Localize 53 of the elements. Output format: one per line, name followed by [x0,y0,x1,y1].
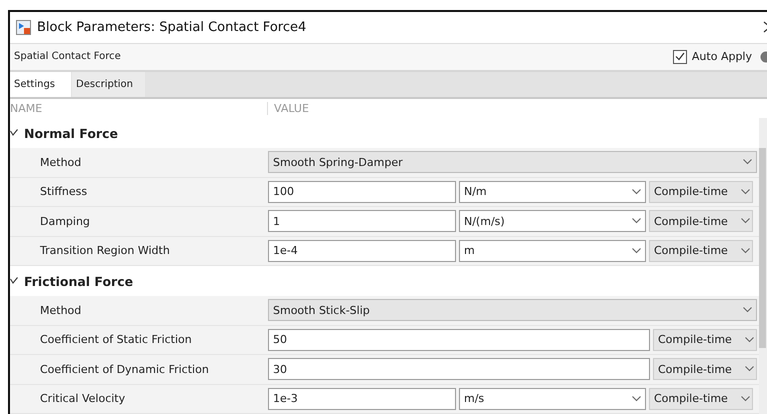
configuration-dropdown[interactable]: Compile-time [649,180,753,203]
method-dropdown[interactable]: Smooth Spring-Damper [268,151,757,174]
caret-icon [743,307,752,314]
caret-icon [632,218,641,224]
configuration-dropdown[interactable]: Compile-time [653,358,757,380]
caret-icon [632,248,641,254]
unit-dropdown[interactable]: m [459,240,646,262]
configuration-dropdown[interactable]: Compile-time [649,388,753,410]
method-dropdown[interactable]: Smooth Stick-Slip [268,299,757,322]
parameter-name: Damping [39,214,91,228]
configuration-dropdown[interactable]: Compile-time [649,210,753,232]
block-icon [16,20,31,35]
value-field[interactable]: 30 [268,358,650,380]
scrollbar[interactable] [759,118,767,414]
value-field[interactable]: 1e-3 [268,388,456,410]
caret-icon [741,396,750,402]
parameter-name: Coefficient of Dynamic Friction [39,362,210,376]
column-header: VALUE [273,102,309,115]
collapse-chevron-icon[interactable] [10,129,18,137]
auto-apply-label[interactable]: Auto Apply [692,50,752,64]
tab[interactable]: Description [72,72,145,97]
tab[interactable]: Settings [10,72,72,97]
collapse-chevron-icon[interactable] [10,277,18,285]
value-field[interactable]: 100 [268,180,456,203]
section-title: Normal Force [24,126,118,140]
unit-dropdown[interactable]: N/(m/s) [459,210,646,232]
value-field[interactable]: 1e-4 [268,240,456,262]
parameter-name: Method [39,304,82,317]
caret-icon [632,396,641,402]
value-field[interactable]: 50 [268,328,650,351]
parameter-name: Method [39,156,82,169]
parameter-name: Critical Velocity [39,392,126,406]
parameter-name: Coefficient of Static Friction [39,333,193,346]
unit-dropdown[interactable]: N/m [459,180,646,203]
caret-icon [741,188,750,195]
window-title: Block Parameters: Spatial Contact Force4 [37,20,308,35]
caret-icon [632,188,641,195]
unit-dropdown[interactable]: m/s [459,388,646,410]
caret-icon [743,159,752,166]
configuration-dropdown[interactable]: Compile-time [649,240,753,262]
parameter-name: Stiffness [39,185,88,198]
caret-icon [745,336,754,343]
section-title: Frictional Force [24,274,134,288]
block-name: Spatial Contact Force [14,51,122,62]
auto-apply-checkbox[interactable] [672,50,687,64]
configuration-dropdown[interactable]: Compile-time [653,328,757,351]
column-header: NAME [10,102,268,115]
help-icon[interactable] [760,50,767,63]
caret-icon [745,366,754,372]
value-field[interactable]: 1 [268,210,456,232]
parameter-name: Transition Region Width [39,244,171,258]
caret-icon [741,218,750,224]
caret-icon [741,248,750,254]
